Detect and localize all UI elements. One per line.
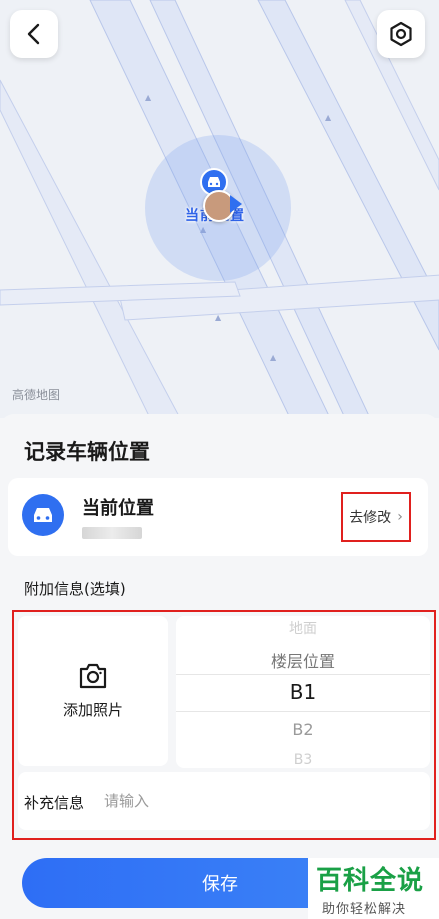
note-input[interactable] — [104, 786, 404, 816]
svg-text:▲: ▲ — [270, 353, 277, 362]
picker-option-selected[interactable]: B1 — [176, 680, 430, 704]
back-button[interactable] — [10, 10, 58, 58]
add-photo-label: 添加照片 — [62, 700, 123, 719]
picker-option[interactable]: 楼层位置 — [176, 648, 430, 672]
extra-info-section: 添加照片 地面 楼层位置 B1 B2 B3 补充信息 — [12, 610, 436, 840]
modify-location-button[interactable]: 去修改 › — [341, 492, 411, 542]
map-logo: 高德地图 — [12, 388, 61, 402]
svg-text:▲: ▲ — [325, 113, 332, 122]
picker-option[interactable]: B2 — [176, 720, 430, 739]
settings-button[interactable] — [377, 10, 425, 58]
map-view[interactable]: ▲ ▲ ▲ ▲ ▲ 当前位置 高德地图 — [0, 0, 439, 418]
location-card: 当前位置 去修改 › — [8, 478, 428, 556]
record-sheet: 记录车辆位置 当前位置 去修改 › 附加信息(选填) 添加照片 地面 楼层位置 … — [0, 414, 439, 919]
extra-info-title: 附加信息(选填) — [24, 580, 126, 598]
car-location-icon — [22, 494, 64, 536]
watermark-subtitle: 助你轻松解决 — [322, 902, 407, 917]
sheet-title: 记录车辆位置 — [24, 440, 150, 464]
chevron-left-icon — [27, 23, 40, 45]
location-name: 当前位置 — [82, 498, 154, 519]
note-label: 补充信息 — [24, 794, 85, 812]
picker-option[interactable]: B3 — [176, 752, 430, 768]
location-address-blurred — [82, 527, 142, 539]
add-photo-button[interactable]: 添加照片 — [18, 616, 168, 766]
svg-text:▲: ▲ — [145, 93, 152, 102]
picker-option[interactable]: 地面 — [176, 618, 430, 638]
modify-label: 去修改 — [349, 510, 392, 526]
car-icon — [208, 177, 220, 187]
chevron-right-icon: › — [397, 509, 403, 525]
floor-picker[interactable]: 地面 楼层位置 B1 B2 B3 — [176, 616, 430, 768]
watermark: 百科全说 助你轻松解决 — [308, 858, 439, 919]
car-icon — [34, 508, 52, 522]
svg-text:▲: ▲ — [215, 313, 222, 322]
gear-icon — [390, 21, 412, 47]
watermark-title: 百科全说 — [316, 866, 425, 896]
camera-icon — [79, 663, 107, 688]
heading-arrow-icon — [230, 195, 242, 213]
note-row: 补充信息 — [18, 772, 430, 830]
